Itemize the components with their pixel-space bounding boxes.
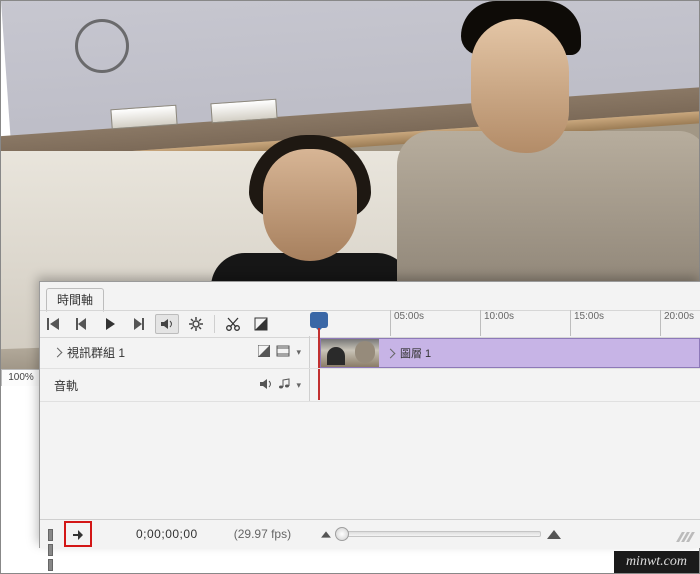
time-ruler[interactable]: 05:00s 10:00s 15:00s 20:00s [310,310,700,336]
timeline-tab[interactable]: 時間軸 [46,288,104,312]
track-menu-icon[interactable]: ▾ [296,347,301,358]
audio-track[interactable]: 音軌 ▾ [40,369,700,402]
transition-button[interactable] [250,315,272,333]
ruler-mark: 10:00s [480,310,514,336]
video-track-header[interactable]: 視訊群組 1 ▾ [40,336,310,368]
filmstrip-icon[interactable] [276,345,290,360]
ruler-mark: 05:00s [390,310,424,336]
watermark: minwt.com [614,551,699,573]
zoom-out-icon[interactable] [321,531,331,537]
app-frame: 100% 時間軸 05:00s 10:00s 15:00s 20:00s [0,0,700,574]
timeline-footer: 0;00;00;00 (29.97 fps) [40,519,700,548]
playhead-handle[interactable] [310,312,328,328]
view-mode-icon[interactable] [48,529,58,539]
split-button[interactable] [222,315,244,333]
chevron-right-icon [386,348,396,358]
zoom-in-icon[interactable] [547,530,561,539]
timeline-panel: 時間軸 05:00s 10:00s 15:00s 20:00s [39,281,700,548]
zoom-slider[interactable] [319,530,561,539]
resize-grip[interactable] [679,532,692,542]
zoom-knob[interactable] [335,527,349,541]
settings-button[interactable] [185,315,207,333]
zoom-track[interactable] [339,531,541,537]
transition-icon[interactable] [258,345,270,360]
go-start-button[interactable] [43,315,65,333]
step-forward-button[interactable] [127,315,149,333]
play-button[interactable] [99,315,121,333]
mute-toggle[interactable] [155,314,179,334]
video-clip[interactable]: 圖層 1 [320,338,700,368]
clip-thumbnail [321,339,379,367]
music-note-icon[interactable] [278,378,290,393]
fps-display: (29.97 fps) [234,527,291,541]
ruler-mark: 20:00s [660,310,694,336]
render-export-button[interactable] [64,521,92,547]
track-label: 視訊群組 1 [67,344,125,361]
audio-track-header[interactable]: 音軌 ▾ [40,369,310,401]
clip-label: 圖層 1 [400,345,431,361]
step-back-button[interactable] [71,315,93,333]
speaker-icon[interactable] [259,378,272,393]
chevron-right-icon [53,347,63,357]
zoom-level[interactable]: 100% [1,369,41,386]
current-timecode[interactable]: 0;00;00;00 [136,527,198,541]
track-label: 音軌 [54,377,78,394]
track-menu-icon[interactable]: ▾ [296,380,301,391]
ruler-mark: 15:00s [570,310,604,336]
